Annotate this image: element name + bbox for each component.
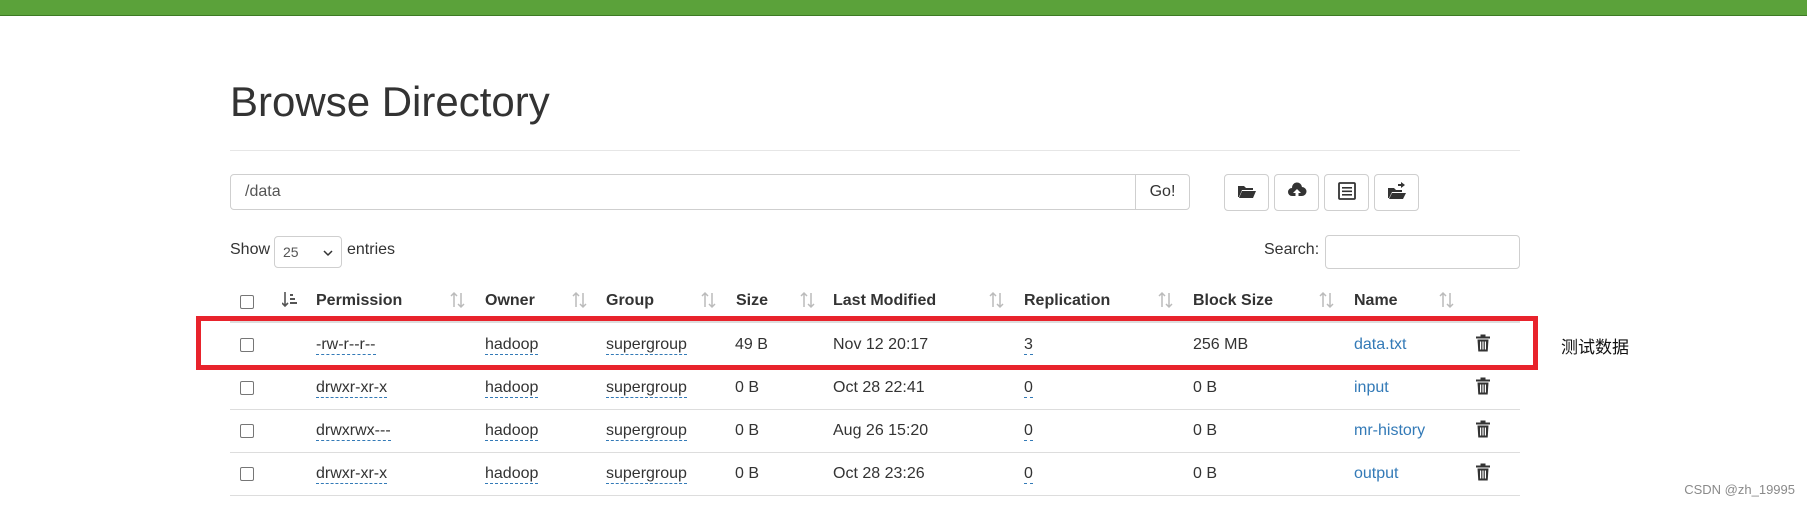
- owner-cell[interactable]: hadoop: [485, 379, 539, 398]
- top-navbar: [0, 0, 1807, 16]
- chevron-down-icon: [323, 244, 333, 260]
- column-header-size[interactable]: Size: [736, 292, 768, 310]
- group-cell[interactable]: supergroup: [606, 422, 687, 441]
- row-divider: [230, 495, 1520, 496]
- file-name-link[interactable]: mr-history: [1354, 422, 1425, 440]
- show-label: Show: [230, 241, 271, 258]
- table-row: drwxr-xr-x hadoop supergroup 0 B Oct 28 …: [230, 453, 1520, 495]
- column-header-replication[interactable]: Replication: [1024, 292, 1110, 310]
- cloud-upload-icon: [1287, 181, 1307, 204]
- column-header-permission[interactable]: Permission: [316, 292, 402, 310]
- upload-button[interactable]: [1274, 174, 1319, 211]
- annotation-text: 测试数据: [1561, 338, 1629, 358]
- permission-cell[interactable]: drwxr-xr-x: [316, 465, 388, 484]
- block-size-cell: 0 B: [1193, 379, 1218, 396]
- group-cell[interactable]: supergroup: [606, 465, 687, 484]
- last-modified-cell: Aug 26 15:20: [833, 422, 929, 439]
- cut-paste-button[interactable]: [1374, 174, 1419, 211]
- file-name-link[interactable]: output: [1354, 465, 1398, 483]
- page-title: Browse Directory: [230, 78, 550, 125]
- select-all-checkbox[interactable]: [240, 295, 254, 309]
- replication-cell[interactable]: 0: [1024, 379, 1033, 398]
- owner-cell[interactable]: hadoop: [485, 465, 539, 484]
- highlight-box: [196, 316, 1538, 370]
- sort-both-icon[interactable]: [1319, 291, 1335, 314]
- sort-both-icon[interactable]: [701, 291, 717, 314]
- column-header-group[interactable]: Group: [606, 292, 654, 310]
- sort-desc-icon[interactable]: [281, 291, 298, 314]
- create-directory-button[interactable]: [1224, 174, 1269, 211]
- block-size-cell: 0 B: [1193, 422, 1218, 439]
- table-row: drwxrwx--- hadoop supergroup 0 B Aug 26 …: [230, 410, 1520, 452]
- row-checkbox[interactable]: [240, 467, 254, 481]
- search-input[interactable]: [1325, 235, 1520, 269]
- file-name-link[interactable]: input: [1354, 379, 1389, 397]
- sort-both-icon[interactable]: [800, 291, 816, 314]
- owner-cell[interactable]: hadoop: [485, 422, 539, 441]
- trash-icon[interactable]: [1475, 420, 1491, 443]
- title-divider: [230, 150, 1520, 151]
- search-label: Search:: [1264, 241, 1320, 258]
- sort-both-icon[interactable]: [1158, 291, 1174, 314]
- watermark: CSDN @zh_19995: [1684, 482, 1795, 497]
- trash-icon[interactable]: [1475, 377, 1491, 400]
- group-cell[interactable]: supergroup: [606, 379, 687, 398]
- directory-list-button[interactable]: [1324, 174, 1369, 211]
- entries-value: 25: [283, 244, 299, 260]
- column-header-block-size[interactable]: Block Size: [1193, 292, 1273, 310]
- entries-per-page-select[interactable]: 25: [274, 236, 342, 268]
- folder-open-icon: [1237, 181, 1257, 204]
- size-cell: 0 B: [735, 379, 760, 396]
- column-header-last-modified[interactable]: Last Modified: [833, 292, 936, 310]
- trash-icon[interactable]: [1475, 463, 1491, 486]
- size-cell: 0 B: [735, 422, 760, 439]
- column-header-name[interactable]: Name: [1354, 292, 1398, 310]
- replication-cell[interactable]: 0: [1024, 422, 1033, 441]
- entries-label: entries: [347, 241, 396, 258]
- cut-paste-icon: [1387, 181, 1407, 204]
- last-modified-cell: Oct 28 22:41: [833, 379, 925, 396]
- sort-both-icon[interactable]: [450, 291, 466, 314]
- permission-cell[interactable]: drwxrwx---: [316, 422, 391, 441]
- last-modified-cell: Oct 28 23:26: [833, 465, 925, 482]
- sort-both-icon[interactable]: [989, 291, 1005, 314]
- size-cell: 0 B: [735, 465, 760, 482]
- block-size-cell: 0 B: [1193, 465, 1218, 482]
- table-row: drwxr-xr-x hadoop supergroup 0 B Oct 28 …: [230, 367, 1520, 409]
- row-checkbox[interactable]: [240, 381, 254, 395]
- directory-path-input[interactable]: [230, 174, 1136, 210]
- row-checkbox[interactable]: [240, 424, 254, 438]
- replication-cell[interactable]: 0: [1024, 465, 1033, 484]
- permission-cell[interactable]: drwxr-xr-x: [316, 379, 388, 398]
- list-alt-icon: [1337, 181, 1357, 204]
- column-header-owner[interactable]: Owner: [485, 292, 535, 310]
- sort-both-icon[interactable]: [1439, 291, 1455, 314]
- sort-both-icon[interactable]: [572, 291, 588, 314]
- go-button[interactable]: Go!: [1135, 174, 1190, 210]
